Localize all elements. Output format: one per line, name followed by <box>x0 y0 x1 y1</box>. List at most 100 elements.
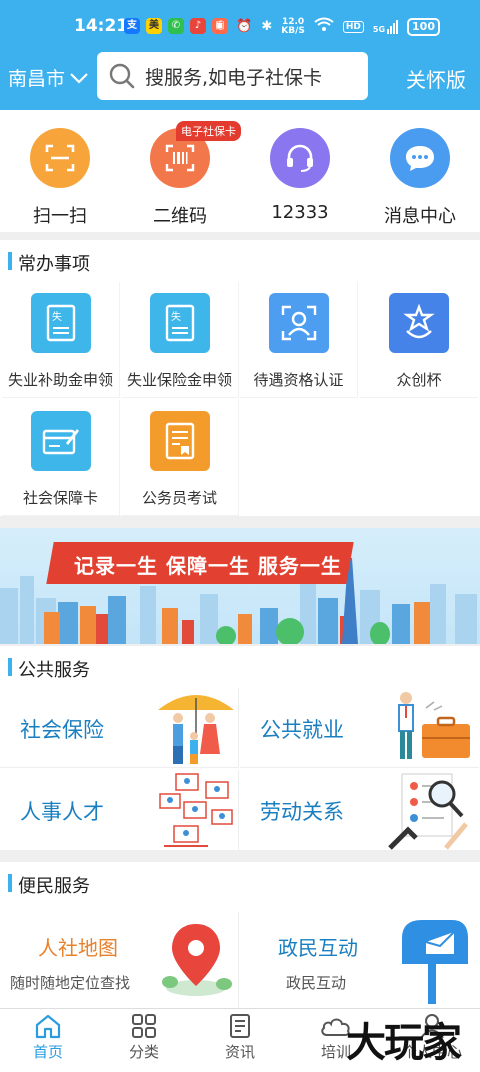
face-verify-icon <box>268 293 329 353</box>
music-icon: ♪ <box>190 18 206 34</box>
hotline-button[interactable]: 12333 <box>240 128 360 223</box>
city-selector[interactable]: 南昌市 <box>8 64 89 91</box>
search-placeholder: 搜服务,如电子社保卡 <box>145 66 323 89</box>
location-pin-icon <box>162 924 232 996</box>
gov-interaction-card[interactable]: 政民互动 政民互动 <box>240 912 479 1008</box>
public-services-grid: 社会保险 公共就业 人事人才 劳动关系 <box>0 688 480 850</box>
common-items-grid: 失 失业补助金申领 失 失业保险金申领 待遇资格认证 众创杯 社会保障卡 公务员… <box>0 280 480 516</box>
unemployment-subsidy-item[interactable]: 失 失业补助金申领 <box>2 282 120 398</box>
hr-map-card[interactable]: 人社地图 随时随地定位查找 <box>0 912 239 1008</box>
app-header: 14:21 支 美 ✆ ♪ ▣ ☾ ⏰ ✱ 12.0 KB/S HD 5G 100… <box>0 0 480 110</box>
civil-exam-item[interactable]: 公务员考试 <box>121 400 239 516</box>
unemployment-doc-icon: 失 <box>30 293 91 353</box>
qualification-auth-item[interactable]: 待遇资格认证 <box>240 282 358 398</box>
zhongchuang-cup-item[interactable]: 众创杯 <box>360 282 478 398</box>
social-card-item[interactable]: 社会保障卡 <box>2 400 120 516</box>
unemployment-subsidy-label: 失业补助金申领 <box>7 371 113 389</box>
bluetooth-icon: ✱ <box>261 19 273 34</box>
meituan-icon: 美 <box>146 18 162 34</box>
svg-text:失: 失 <box>171 310 181 323</box>
family-umbrella-illustration <box>158 695 234 764</box>
nav-category[interactable]: 分类 <box>96 1013 192 1062</box>
hr-map-subtitle: 随时随地定位查找 <box>10 974 131 992</box>
common-section-title: 常办事项 <box>18 254 90 275</box>
alarm-icon: ⏰ <box>236 19 253 34</box>
system-icons: ☾ ⏰ ✱ 12.0 KB/S HD 5G 100 <box>216 17 440 36</box>
scan-button[interactable]: 扫一扫 <box>0 128 120 228</box>
wifi-icon <box>314 17 334 36</box>
public-section-header: 公共服务 <box>0 646 480 688</box>
section-accent-bar <box>8 252 12 270</box>
promo-banner[interactable]: 记录一生 保障一生 服务一生 <box>0 528 480 644</box>
city-label: 南昌市 <box>8 68 66 90</box>
unemployment-doc-icon: 失 <box>149 293 210 353</box>
section-accent-bar <box>8 874 12 892</box>
mailbox-icon <box>402 920 468 1004</box>
hotline-label: 12333 <box>271 202 329 223</box>
alipay-icon: 支 <box>124 18 140 34</box>
message-center-button[interactable]: 消息中心 <box>360 128 480 228</box>
care-mode-button[interactable]: 关怀版 <box>406 64 466 93</box>
search-input[interactable]: 搜服务,如电子社保卡 <box>97 52 368 100</box>
briefcase-person-illustration <box>398 692 470 759</box>
magnifier-resume-illustration <box>388 773 468 850</box>
personnel-talent-card[interactable]: 人事人才 <box>0 770 239 850</box>
qrcode-label: 二维码 <box>153 206 207 227</box>
battery-indicator: 100 <box>407 17 440 36</box>
talent-network-illustration <box>159 773 233 847</box>
public-employment-card[interactable]: 公共就业 <box>240 688 479 768</box>
chevron-down-icon <box>70 72 88 84</box>
search-icon <box>109 63 135 89</box>
phone-icon: ✆ <box>168 18 184 34</box>
labor-relations-label: 劳动关系 <box>260 800 344 824</box>
exam-icon <box>149 411 210 471</box>
public-employment-label: 公共就业 <box>260 718 344 742</box>
zhongchuang-cup-label: 众创杯 <box>396 371 442 389</box>
convenience-services-grid: 人社地图 随时随地定位查找 政民互动 政民互动 <box>0 904 480 1008</box>
moon-icon: ☾ <box>215 19 228 34</box>
message-icon <box>390 128 450 188</box>
e-social-card-badge: 电子社保卡 <box>176 121 241 141</box>
section-accent-bar <box>8 658 12 676</box>
qrcode-button[interactable]: 电子社保卡 二维码 <box>120 121 241 228</box>
nav-news[interactable]: 资讯 <box>192 1013 288 1062</box>
status-time: 14:21 <box>74 16 129 36</box>
nav-home[interactable]: 首页 <box>0 1013 96 1062</box>
grid-icon <box>132 1014 156 1038</box>
social-card-label: 社会保障卡 <box>22 489 98 507</box>
message-center-label: 消息中心 <box>384 206 456 227</box>
hr-map-title: 人社地图 <box>38 936 118 960</box>
hd-badge: HD <box>342 20 364 33</box>
nav-category-label: 分类 <box>128 1043 159 1061</box>
gov-interaction-title: 政民互动 <box>278 936 358 960</box>
home-icon <box>35 1014 61 1039</box>
social-insurance-label: 社会保险 <box>20 718 104 742</box>
convenience-section-title: 便民服务 <box>18 876 90 897</box>
svg-text:失: 失 <box>52 310 62 323</box>
quick-actions: 扫一扫 电子社保卡 二维码 12333 消息中心 <box>0 110 480 232</box>
network-speed: 12.0 KB/S <box>281 16 305 36</box>
convenience-section-header: 便民服务 <box>0 862 480 904</box>
banner-slogan: 记录一生 保障一生 服务一生 <box>74 554 342 578</box>
social-card-icon <box>30 411 91 471</box>
signal-icon: 5G <box>373 19 399 34</box>
personnel-talent-label: 人事人才 <box>20 800 104 824</box>
notification-icons: 支 美 ✆ ♪ ▣ <box>124 18 228 34</box>
status-bar: 14:21 支 美 ✆ ♪ ▣ ☾ ⏰ ✱ 12.0 KB/S HD 5G 100 <box>0 12 480 42</box>
watermark-logo: 大玩家 <box>346 1019 462 1066</box>
news-icon <box>230 1014 250 1038</box>
trophy-logo-icon <box>389 293 449 353</box>
unemployment-insurance-label: 失业保险金申领 <box>126 371 232 389</box>
social-insurance-card[interactable]: 社会保险 <box>0 688 239 768</box>
qualification-auth-label: 待遇资格认证 <box>253 371 344 389</box>
civil-exam-label: 公务员考试 <box>141 489 217 507</box>
nav-home-label: 首页 <box>32 1043 63 1061</box>
public-section-title: 公共服务 <box>18 660 90 681</box>
common-section-header: 常办事项 <box>0 240 480 282</box>
scan-label: 扫一扫 <box>33 206 87 227</box>
gov-interaction-subtitle: 政民互动 <box>286 974 347 992</box>
scan-icon <box>30 128 90 188</box>
headset-icon <box>270 128 330 188</box>
unemployment-insurance-item[interactable]: 失 失业保险金申领 <box>121 282 239 398</box>
labor-relations-card[interactable]: 劳动关系 <box>240 770 479 850</box>
